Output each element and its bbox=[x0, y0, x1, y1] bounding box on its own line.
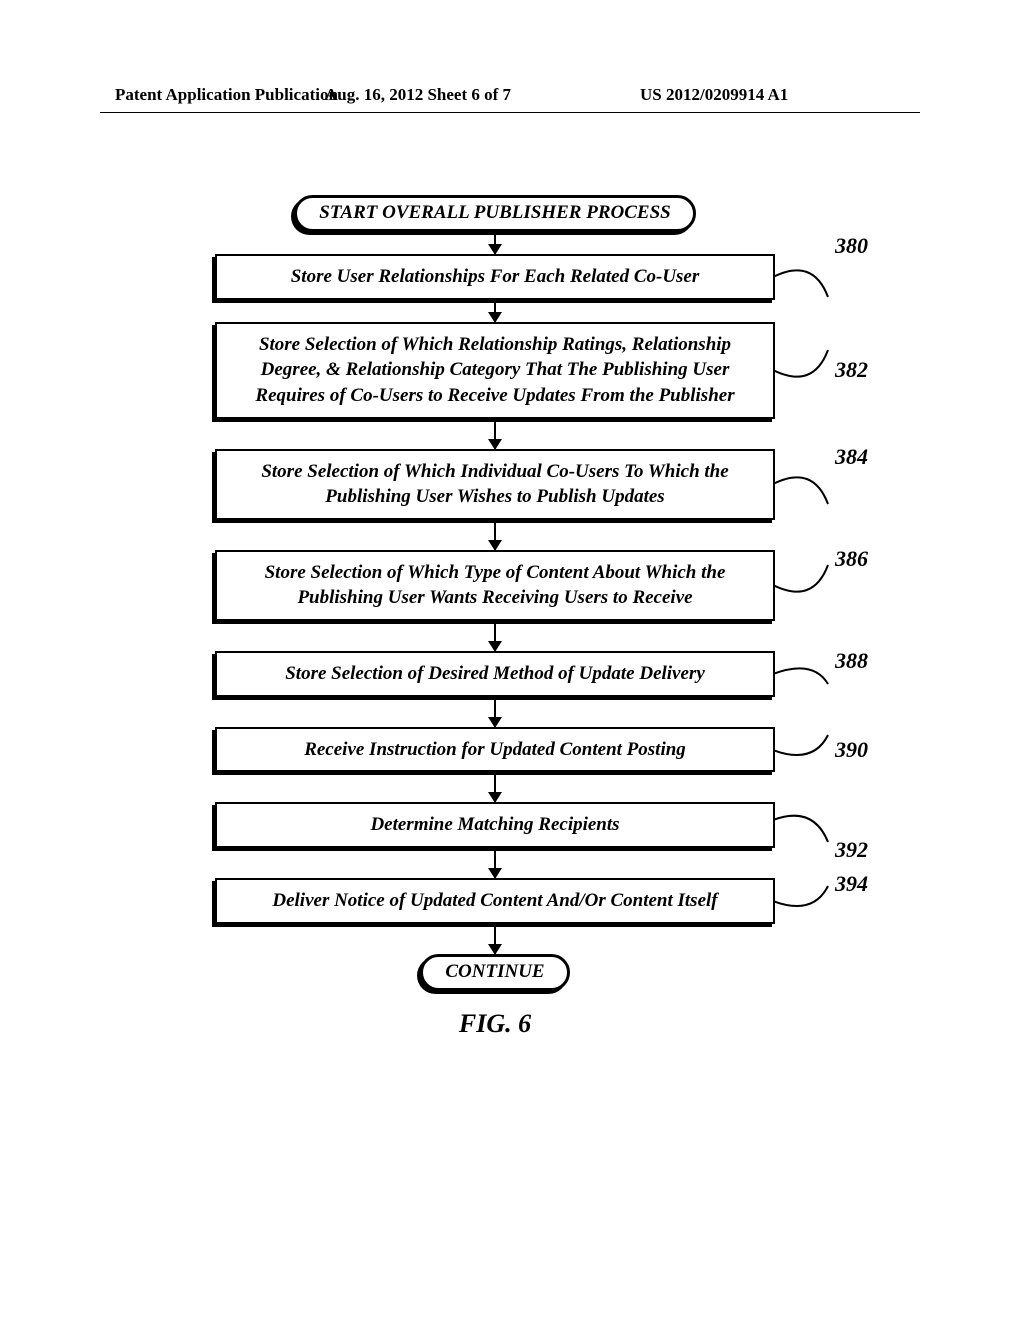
header-pub-number: US 2012/0209914 A1 bbox=[640, 85, 788, 105]
arrow-icon bbox=[494, 232, 496, 254]
ref-number: 392 bbox=[835, 835, 868, 865]
ref-number: 386 bbox=[835, 544, 868, 574]
arrow-icon bbox=[494, 419, 496, 449]
process-step: Store Selection of Desired Method of Upd… bbox=[215, 651, 775, 697]
header-sheet-info: Aug. 16, 2012 Sheet 6 of 7 bbox=[325, 85, 511, 105]
arrow-icon bbox=[494, 848, 496, 878]
header-publication: Patent Application Publication bbox=[115, 85, 338, 105]
process-step: Store Selection of Which Relationship Ra… bbox=[215, 322, 775, 419]
arrow-icon bbox=[494, 300, 496, 322]
ref-number: 388 bbox=[835, 647, 868, 677]
step-text: Store Selection of Which Individual Co-U… bbox=[261, 461, 728, 508]
start-terminator: START OVERALL PUBLISHER PROCESS bbox=[294, 195, 695, 232]
process-step: Store User Relationships For Each Relate… bbox=[215, 254, 775, 300]
step-text: Deliver Notice of Updated Content And/Or… bbox=[272, 890, 717, 911]
end-terminator: CONTINUE bbox=[420, 954, 569, 991]
ref-number: 384 bbox=[835, 442, 868, 472]
step-text: Determine Matching Recipients bbox=[370, 814, 619, 835]
step-text: Store Selection of Which Relationship Ra… bbox=[255, 334, 734, 406]
process-step: Store Selection of Which Individual Co-U… bbox=[215, 449, 775, 520]
process-step: Deliver Notice of Updated Content And/Or… bbox=[215, 878, 775, 924]
flowchart: START OVERALL PUBLISHER PROCESS Store Us… bbox=[175, 195, 815, 1039]
process-step: Determine Matching Recipients 392 bbox=[215, 802, 775, 848]
arrow-icon bbox=[494, 520, 496, 550]
ref-number: 380 bbox=[835, 231, 868, 261]
process-step: Store Selection of Which Type of Content… bbox=[215, 550, 775, 621]
ref-number: 394 bbox=[835, 869, 868, 899]
figure-caption: FIG. 6 bbox=[175, 1009, 815, 1039]
arrow-icon bbox=[494, 621, 496, 651]
ref-number: 390 bbox=[835, 735, 868, 765]
arrow-icon bbox=[494, 924, 496, 954]
arrow-icon bbox=[494, 697, 496, 727]
step-text: Store User Relationships For Each Relate… bbox=[291, 266, 700, 287]
step-text: Receive Instruction for Updated Content … bbox=[304, 739, 686, 760]
header-rule bbox=[100, 112, 920, 113]
ref-number: 382 bbox=[835, 355, 868, 385]
process-step: Receive Instruction for Updated Content … bbox=[215, 727, 775, 773]
step-text: Store Selection of Desired Method of Upd… bbox=[285, 663, 705, 684]
arrow-icon bbox=[494, 772, 496, 802]
step-text: Store Selection of Which Type of Content… bbox=[265, 562, 726, 609]
